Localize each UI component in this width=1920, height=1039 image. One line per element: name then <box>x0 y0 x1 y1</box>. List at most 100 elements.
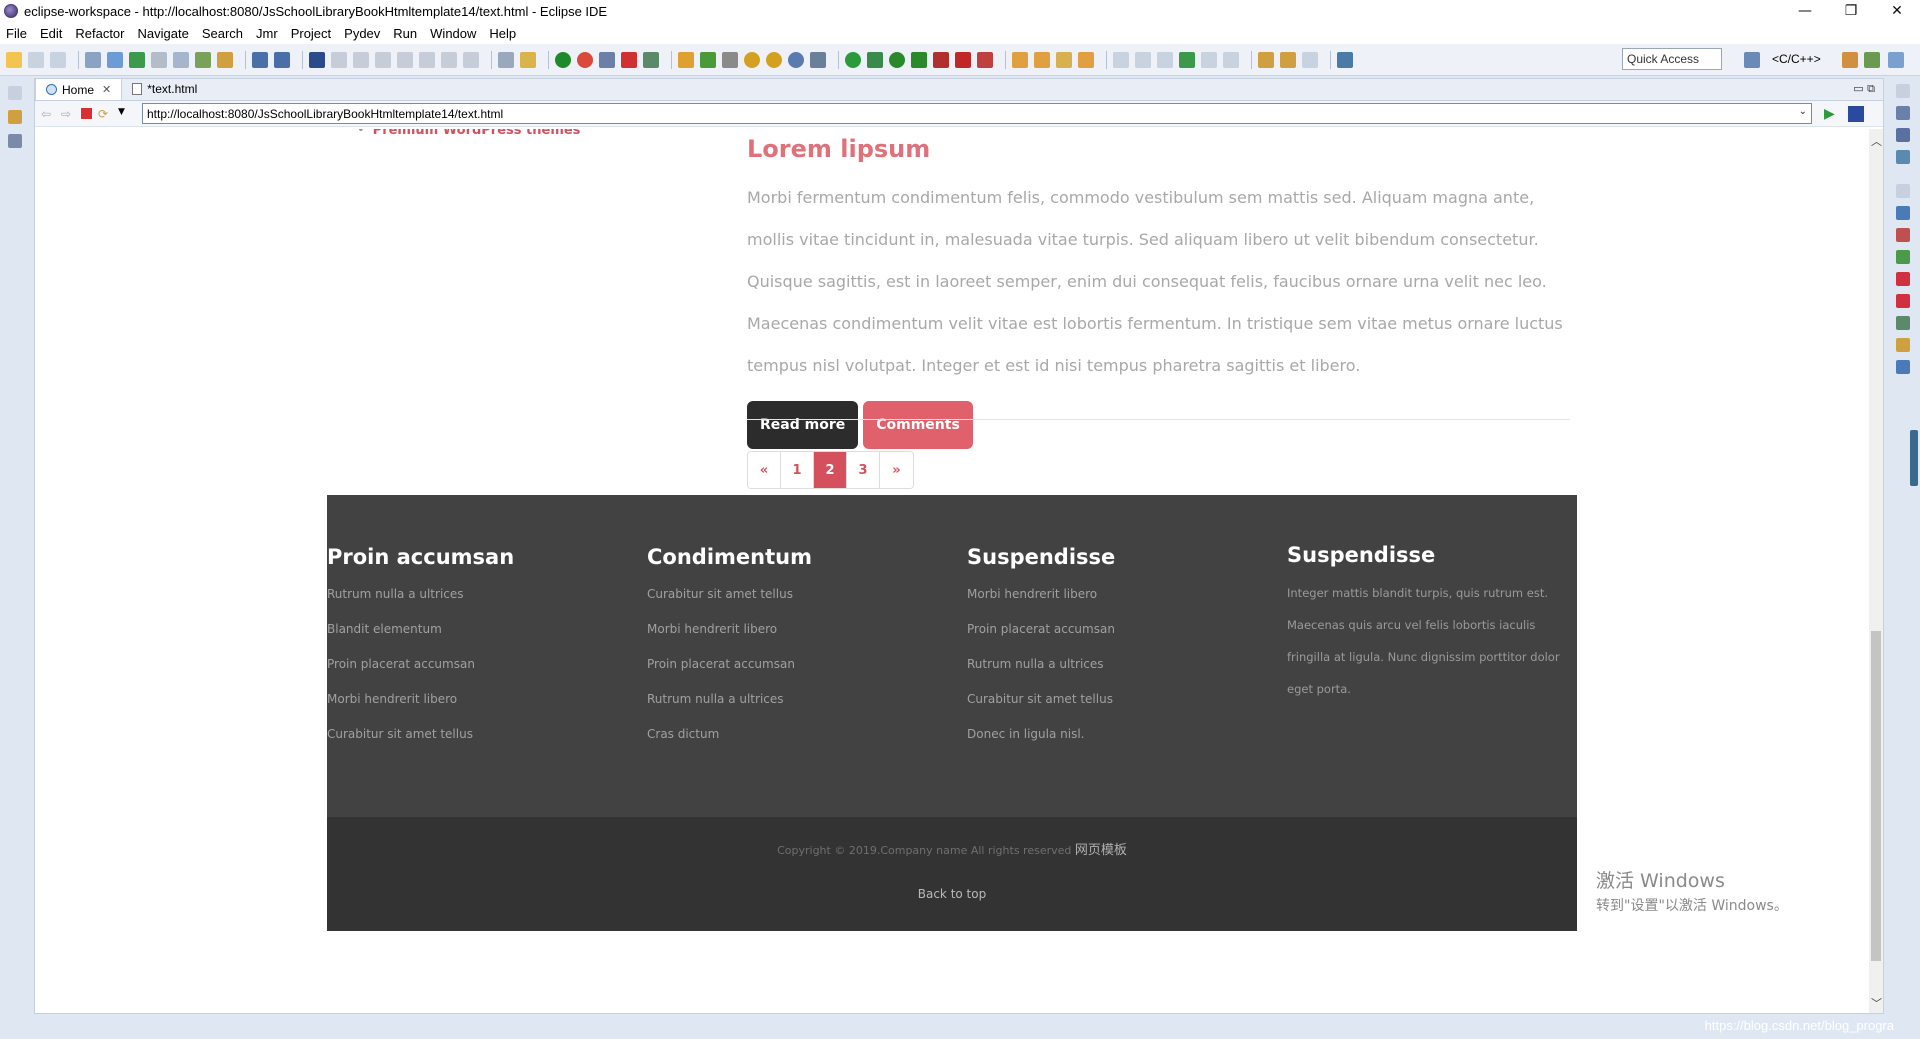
disconnect-icon[interactable] <box>397 51 413 68</box>
step-over-icon[interactable] <box>441 51 457 68</box>
pointer-icon[interactable] <box>309 51 325 68</box>
resume-icon[interactable] <box>331 51 347 68</box>
page-1[interactable]: 1 <box>781 452 814 488</box>
menu-edit[interactable]: Edit <box>40 26 62 41</box>
help-icon[interactable] <box>744 51 760 68</box>
menu-refactor[interactable]: Refactor <box>75 26 124 41</box>
external-link-icon[interactable] <box>1337 51 1353 68</box>
tab-home[interactable]: Home ✕ <box>35 78 123 100</box>
format-icon[interactable] <box>151 51 167 68</box>
prev-annotation-icon[interactable] <box>1223 51 1239 68</box>
page-next[interactable]: » <box>880 452 913 488</box>
menu-jmr[interactable]: Jmr <box>256 26 278 41</box>
outline-icon[interactable] <box>107 51 123 68</box>
deploy-icon[interactable] <box>977 51 993 68</box>
page-prev[interactable]: « <box>748 452 781 488</box>
scroll-up-icon[interactable]: ︿ <box>1871 133 1882 149</box>
block-icon[interactable] <box>1135 51 1151 68</box>
close-tab-icon[interactable]: ✕ <box>102 83 111 96</box>
save-icon[interactable] <box>28 51 44 68</box>
run-last-icon[interactable] <box>911 51 927 68</box>
console-icon[interactable] <box>274 51 290 68</box>
suspend-icon[interactable] <box>353 51 369 68</box>
open-project-icon[interactable] <box>1034 51 1050 68</box>
package-icon[interactable] <box>678 51 694 68</box>
breakpoint-icon[interactable] <box>621 51 637 68</box>
package-explorer-icon[interactable] <box>8 110 22 124</box>
snippets-icon[interactable] <box>1896 338 1910 352</box>
variables-icon[interactable] <box>1896 106 1910 120</box>
build-icon[interactable] <box>85 51 101 68</box>
step-into-icon[interactable] <box>419 51 435 68</box>
outline-view-icon[interactable] <box>1896 316 1910 330</box>
scroll-thumb[interactable] <box>1871 631 1881 961</box>
toggle-icon[interactable] <box>1113 51 1129 68</box>
read-more-button[interactable]: Read more <box>747 401 859 449</box>
green-square-icon[interactable] <box>1179 51 1195 68</box>
stop-icon[interactable] <box>81 108 92 119</box>
menu-pydev[interactable]: Pydev <box>344 26 380 41</box>
image-icon[interactable] <box>722 51 738 68</box>
restore-right-2-icon[interactable] <box>1896 184 1910 198</box>
post-title[interactable]: Lorem lipsum <box>747 135 1570 163</box>
template-link[interactable]: 网页模板 <box>1075 843 1127 858</box>
footer-link[interactable]: Morbi hendrerit libero <box>647 622 937 657</box>
forward-arrow-icon[interactable]: ⇨ <box>61 107 75 121</box>
minimize-button[interactable]: — <box>1782 0 1828 22</box>
menu-help[interactable]: Help <box>489 26 516 41</box>
external-tools-icon[interactable] <box>933 51 949 68</box>
perspective-cpp[interactable]: <C/C++> <box>1772 52 1821 66</box>
scroll-down-icon[interactable]: ﹀ <box>1871 995 1882 1011</box>
step-return-icon[interactable] <box>463 51 479 68</box>
help-alt-icon[interactable] <box>766 51 782 68</box>
restore-button[interactable]: ❐ <box>1828 0 1874 22</box>
menu-search[interactable]: Search <box>202 26 243 41</box>
footer-link[interactable]: Proin placerat accumsan <box>327 657 617 692</box>
run-green-icon[interactable] <box>555 51 571 68</box>
folder-icon[interactable] <box>1078 51 1094 68</box>
perspective-debug-icon[interactable] <box>1864 52 1880 68</box>
page-scrollbar[interactable]: ︿ ﹀ <box>1869 129 1883 1013</box>
markers-icon[interactable] <box>1896 272 1910 286</box>
menu-project[interactable]: Project <box>291 26 331 41</box>
last-edit-icon[interactable] <box>1258 51 1274 68</box>
side-handle[interactable] <box>1910 430 1918 486</box>
tab-text-html[interactable]: *text.html <box>122 78 207 100</box>
restore-view-icon[interactable] <box>8 86 22 100</box>
footer-link[interactable]: Morbi hendrerit libero <box>967 587 1257 622</box>
footer-link[interactable]: Blandit elementum <box>327 622 617 657</box>
url-input[interactable]: http://localhost:8080/JsSchoolLibraryBoo… <box>142 103 1812 124</box>
footer-link[interactable]: Donec in ligula nisl. <box>967 727 1257 762</box>
search-files-icon[interactable] <box>195 51 211 68</box>
globe-icon[interactable] <box>788 51 804 68</box>
footer-link[interactable]: Curabitur sit amet tellus <box>967 692 1257 727</box>
open-browser-icon[interactable] <box>1848 105 1864 122</box>
stop-red-icon[interactable] <box>577 51 593 68</box>
link-icon[interactable] <box>599 51 615 68</box>
console-view-icon[interactable] <box>1896 206 1910 220</box>
back-icon[interactable] <box>1280 51 1296 68</box>
footer-link[interactable]: Curabitur sit amet tellus <box>327 727 617 762</box>
terminal-icon[interactable] <box>252 51 268 68</box>
footer-link[interactable]: Proin placerat accumsan <box>967 622 1257 657</box>
tasks-icon[interactable] <box>1896 250 1910 264</box>
menu-navigate[interactable]: Navigate <box>138 26 189 41</box>
minimize-maximize-icons[interactable]: ▭ ⧉ <box>1853 82 1875 96</box>
open-folder-icon[interactable] <box>1012 51 1028 68</box>
menu-file[interactable]: File <box>6 26 27 41</box>
pencil-icon[interactable] <box>1056 51 1072 68</box>
dropdown-icon[interactable]: ▼ <box>118 107 132 121</box>
pilcrow-icon[interactable] <box>1157 51 1173 68</box>
perspective-web-icon[interactable] <box>1888 52 1904 68</box>
bug-icon[interactable] <box>700 51 716 68</box>
page-2[interactable]: 2 <box>814 452 847 488</box>
save-all-icon[interactable] <box>50 51 66 68</box>
servers-icon[interactable] <box>1896 294 1910 308</box>
refresh-icon[interactable] <box>173 51 189 68</box>
debug-icon[interactable] <box>867 51 883 68</box>
problems-icon[interactable] <box>1896 228 1910 242</box>
refresh-icon[interactable]: ⟳ <box>98 107 112 121</box>
url-dropdown-icon[interactable]: ⌄ <box>1799 106 1807 117</box>
go-icon[interactable]: ▶ <box>1824 106 1840 122</box>
list-icon[interactable] <box>129 51 145 68</box>
